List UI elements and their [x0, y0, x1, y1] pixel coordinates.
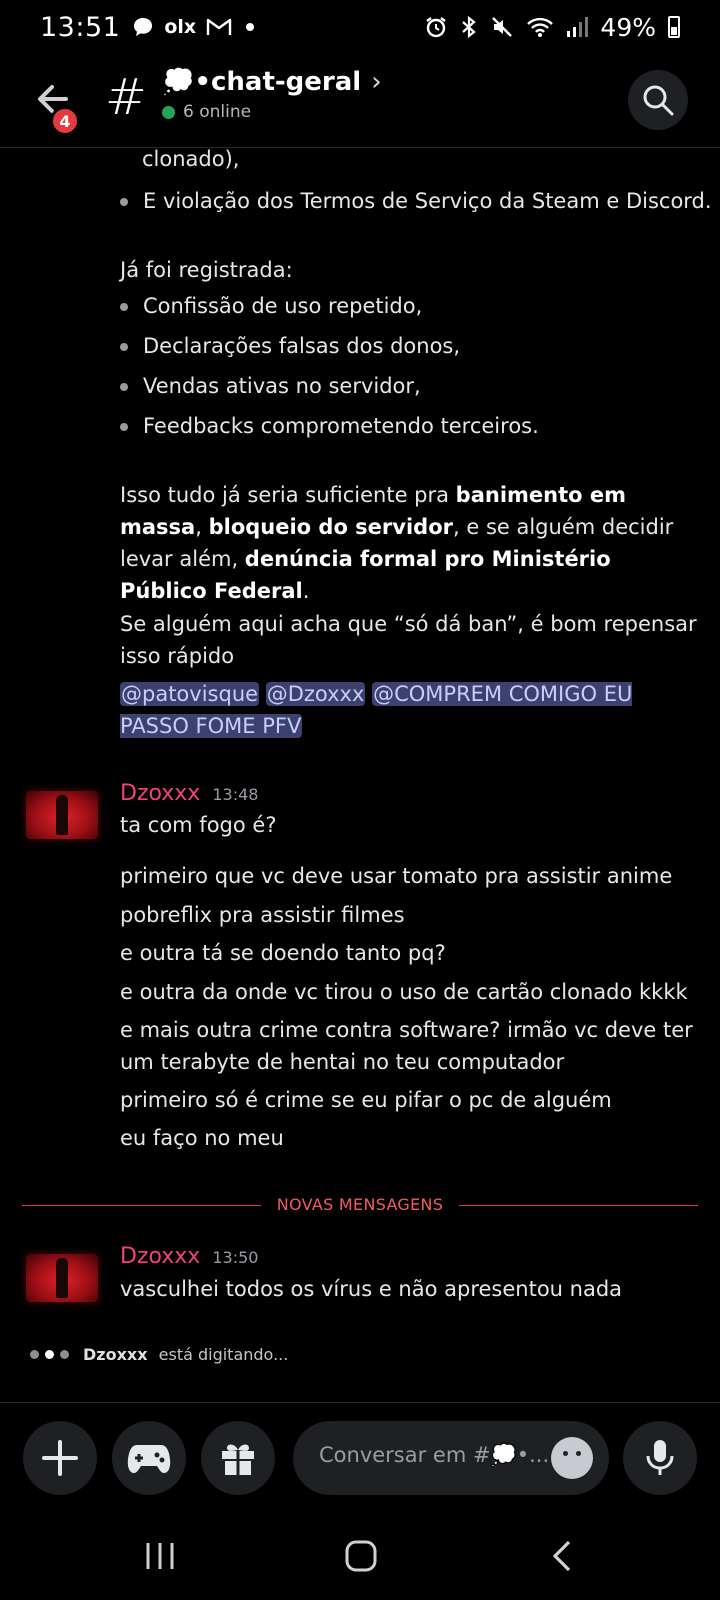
typing-user: Dzoxxx: [83, 1345, 148, 1364]
message-text: clonado),: [142, 149, 240, 171]
avatar[interactable]: [26, 1254, 98, 1302]
olx-icon: olx: [164, 16, 197, 38]
gift-button[interactable]: [201, 1421, 275, 1495]
message-input[interactable]: Conversar em #💭•...: [293, 1421, 609, 1495]
list-item: E violação dos Termos de Serviço da Stea…: [120, 185, 712, 217]
message-text: e outra da onde vc tirou o uso de cartão…: [120, 980, 688, 1004]
microphone-icon: [646, 1440, 674, 1475]
back-icon: [552, 1540, 571, 1572]
battery-percent: 49%: [600, 12, 656, 42]
emoji-icon[interactable]: [551, 1437, 593, 1479]
list-item: Confissão de uso repetido,: [120, 290, 422, 322]
message-text: pobreflix pra assistir filmes: [120, 903, 405, 927]
avatar[interactable]: [26, 791, 98, 839]
chat-bubble-icon: [134, 18, 153, 36]
message-text: primeiro só é crime se eu pifar o pc de …: [120, 1088, 612, 1112]
home-icon: [345, 1540, 377, 1572]
recent-apps-icon: [146, 1543, 174, 1569]
author-name[interactable]: Dzoxxx: [120, 781, 200, 806]
mentions-line: @patovisque @Dzoxxx @COMPREM COMIGO EU P…: [120, 678, 690, 742]
gift-icon: [222, 1444, 254, 1475]
notification-icons: olx: [132, 16, 255, 38]
search-button[interactable]: [628, 70, 688, 130]
home-button[interactable]: [331, 1534, 391, 1578]
signal-icon: [567, 17, 589, 37]
author-name[interactable]: Dzoxxx: [120, 1244, 200, 1269]
online-dot-icon: [162, 105, 175, 119]
list-item: Feedbacks comprometendo terceiros.: [120, 410, 539, 442]
typing-indicator: Dzoxxx está digitando...: [30, 1345, 288, 1364]
system-icons: 49%: [424, 13, 680, 42]
unread-badge: 4: [50, 106, 80, 136]
new-messages-label: NOVAS MENSAGENS: [260, 1195, 460, 1214]
message-list[interactable]: clonado), E violação dos Termos de Servi…: [0, 149, 720, 1401]
status-bar: 13:51 olx 49%: [0, 0, 720, 54]
new-messages-divider: NOVAS MENSAGENS: [22, 1195, 698, 1215]
message-timestamp: 13:48: [212, 785, 259, 804]
message-text: Já foi registrada:: [120, 258, 293, 282]
message-paragraph: Isso tudo já seria suficiente pra banime…: [120, 483, 674, 603]
hash-icon: #: [105, 68, 147, 126]
mute-icon: [492, 17, 513, 37]
gamepad-icon: [127, 1445, 171, 1473]
add-attachment-button[interactable]: [23, 1421, 97, 1495]
search-icon: [643, 85, 674, 116]
gmail-icon: [206, 18, 232, 35]
activities-button[interactable]: [112, 1421, 186, 1495]
list-item: Declarações falsas dos donos,: [120, 330, 460, 362]
message-text: eu faço no meu: [120, 1126, 284, 1150]
status-time: 13:51: [40, 11, 121, 43]
wifi-icon: [527, 17, 554, 37]
message-input-placeholder: Conversar em #💭•...: [319, 1443, 550, 1467]
alarm-icon: [426, 17, 447, 38]
bluetooth-icon: [462, 15, 477, 39]
message-text: vasculhei todos os vírus e não apresento…: [120, 1277, 623, 1301]
back-nav-button[interactable]: [532, 1534, 592, 1578]
user-mention[interactable]: @patovisque: [120, 682, 260, 706]
channel-title[interactable]: 💭•chat-geral ›: [162, 67, 382, 97]
message-composer: Conversar em #💭•...: [0, 1402, 720, 1514]
user-mention[interactable]: @Dzoxxx: [265, 682, 366, 706]
chevron-right-icon: ›: [371, 67, 382, 97]
typing-text: está digitando...: [153, 1345, 289, 1364]
channel-header: 4 # 💭•chat-geral › 6 online: [0, 54, 720, 148]
list-item: Vendas ativas no servidor,: [120, 370, 421, 402]
channel-name-text: 💭•chat-geral: [162, 67, 362, 97]
message-paragraph: Se alguém aqui acha que “só dá ban”, é b…: [120, 612, 697, 668]
online-count: 6 online: [183, 102, 252, 122]
system-navigation-bar: [0, 1514, 720, 1600]
voice-message-button[interactable]: [623, 1421, 697, 1495]
online-status: 6 online: [162, 102, 251, 122]
message-header: Dzoxxx 13:50: [120, 1244, 258, 1269]
dot-icon: [246, 23, 255, 31]
battery-icon: [668, 16, 680, 38]
message-text: e mais outra crime contra software? irmã…: [120, 1018, 693, 1074]
message-text: ta com fogo é?: [120, 813, 277, 837]
message-text: e outra tá se doendo tanto pq?: [120, 941, 446, 965]
recent-apps-button[interactable]: [130, 1534, 190, 1578]
message-text: primeiro que vc deve usar tomato pra ass…: [120, 864, 673, 888]
message-header: Dzoxxx 13:48: [120, 781, 258, 806]
plus-icon: [42, 1440, 78, 1476]
message-timestamp: 13:50: [212, 1248, 259, 1267]
